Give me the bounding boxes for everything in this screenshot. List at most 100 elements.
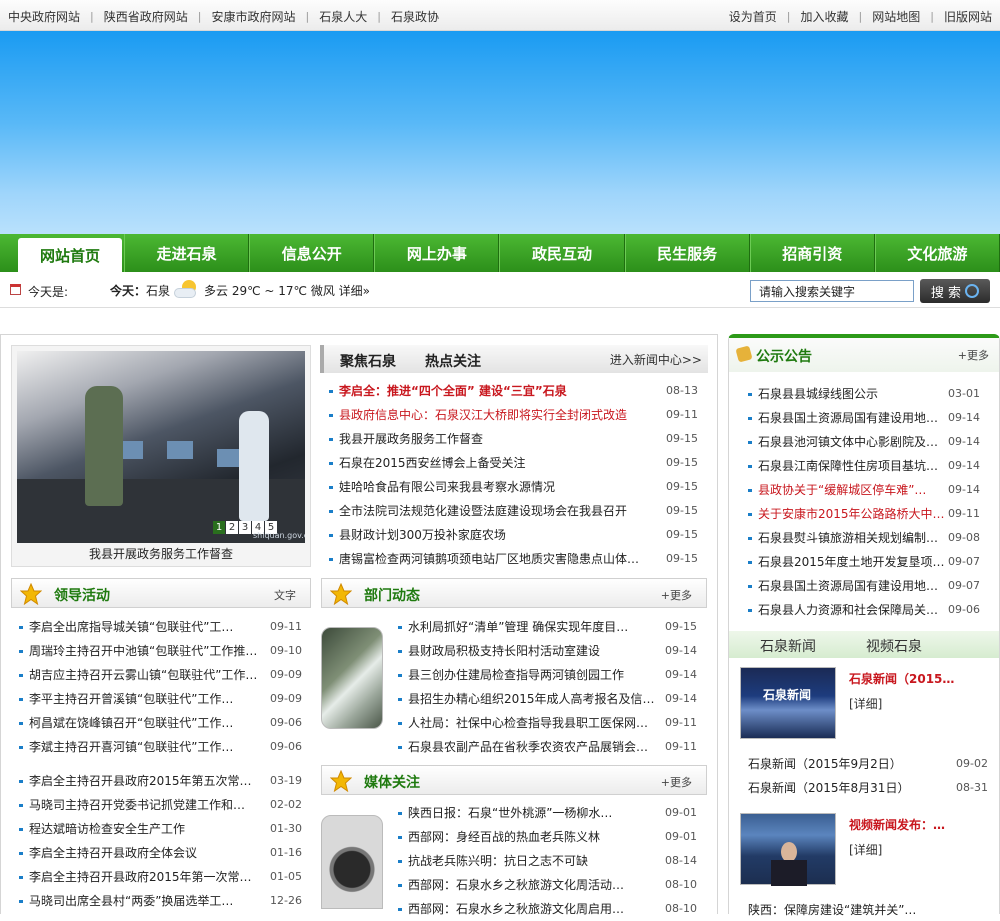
search-button[interactable]: 搜 索 bbox=[920, 279, 990, 303]
list-item-title[interactable]: 石泉县人力资源和社会保障局关… bbox=[758, 598, 980, 622]
nav-item-info-disclosure[interactable]: 信息公开 bbox=[249, 234, 375, 272]
list-item[interactable]: 西部网：石泉水乡之秋旅游文化周启用… 08-10 bbox=[396, 897, 697, 921]
list-item[interactable]: 马晓司主持召开党委书记抓党建工作和… 02-02 bbox=[17, 793, 302, 817]
weather-detail-link[interactable]: 详细» bbox=[339, 282, 370, 299]
list-item-title[interactable]: 县三创办住建局检查指导两河镇创园工作 bbox=[408, 663, 697, 687]
list-item-title[interactable]: 石泉县国土资源局国有建设用地… bbox=[758, 406, 980, 430]
list-item[interactable]: 李启全主持召开县政府2015年第五次常… 03-19 bbox=[17, 769, 302, 793]
dept-more-link[interactable]: +更多 bbox=[661, 587, 692, 603]
list-item[interactable]: 县财政局积极支持长阳村活动室建设 09-14 bbox=[396, 639, 697, 663]
list-item[interactable]: 石泉县江南保障性住房项目基坑… 09-14 bbox=[746, 454, 980, 478]
link-old-site[interactable]: 旧版网站 bbox=[944, 8, 992, 25]
list-item-title[interactable]: 县政协关于“缓解城区停车难”… bbox=[758, 478, 980, 502]
carousel-image[interactable]: 1 2 3 4 5 shiquan.gov.cn bbox=[17, 351, 305, 543]
list-item[interactable]: 李启全主持召开县政府2015年第一次常… 01-05 bbox=[17, 865, 302, 889]
list-item-title[interactable]: 李启全主持召开县政府2015年第五次常… bbox=[29, 769, 302, 793]
list-item-title[interactable]: 石泉新闻（2015年8月31日） bbox=[748, 781, 909, 795]
list-item[interactable]: 石泉县熨斗镇旅游相关规划编制… 09-08 bbox=[746, 526, 980, 550]
nav-item-home[interactable]: 网站首页 bbox=[18, 238, 122, 272]
list-item-title[interactable]: 西部网：身经百战的热血老兵陈义林 bbox=[408, 825, 697, 849]
nav-item-livelihood[interactable]: 民生服务 bbox=[624, 234, 750, 272]
link-add-favorite[interactable]: 加入收藏 bbox=[801, 8, 849, 25]
nav-item-culture-tourism[interactable]: 文化旅游 bbox=[874, 234, 1000, 272]
list-item-title[interactable]: 石泉县池河镇文体中心影剧院及… bbox=[758, 430, 980, 454]
list-item-title[interactable]: 周瑞玲主持召开中池镇“包联驻代”工作推… bbox=[29, 639, 302, 663]
list-item-title[interactable]: 石泉县农副产品在省秋季农资农产品展销会… bbox=[408, 735, 697, 759]
list-item-title[interactable]: 抗战老兵陈兴明：抗日之志不可缺 bbox=[408, 849, 697, 873]
tab-shiquan-news[interactable]: 石泉新闻 bbox=[760, 636, 816, 656]
list-item-title[interactable]: 西部网：石泉水乡之秋旅游文化周活动… bbox=[408, 873, 697, 897]
list-item[interactable]: 人社局：社保中心检查指导我县职工医保网… 09-11 bbox=[396, 711, 697, 735]
list-item[interactable]: 县财政计划300万投补家庭农场 09-15 bbox=[327, 523, 698, 547]
list-item-title[interactable]: 石泉县江南保障性住房项目基坑… bbox=[758, 454, 980, 478]
list-item[interactable]: 县政协关于“缓解城区停车难”… 09-14 bbox=[746, 478, 980, 502]
list-item-title[interactable]: 县财政计划300万投补家庭农场 bbox=[339, 523, 698, 547]
list-item-title[interactable]: 我县开展政务服务工作督查 bbox=[339, 427, 698, 451]
press-conference-thumbnail[interactable] bbox=[740, 813, 836, 886]
list-item[interactable]: 石泉县国土资源局国有建设用地… 09-07 bbox=[746, 574, 980, 598]
list-item-title[interactable]: 全市法院司法规范化建设暨法庭建设现场会在我县召开 bbox=[339, 499, 698, 523]
news-card-detail-link[interactable]: [详细] bbox=[849, 695, 882, 712]
list-item[interactable]: 程达斌暗访检查安全生产工作 01-30 bbox=[17, 817, 302, 841]
news-video-thumbnail[interactable]: 石泉新闻 bbox=[740, 667, 836, 739]
nav-item-investment[interactable]: 招商引资 bbox=[749, 234, 875, 272]
list-item-title[interactable]: 水利局抓好“清单”管理 确保实现年度目… bbox=[408, 615, 697, 639]
list-item-title[interactable]: 石泉县县城绿线图公示 bbox=[758, 382, 980, 406]
list-item-title[interactable]: 石泉县熨斗镇旅游相关规划编制… bbox=[758, 526, 980, 550]
list-item[interactable]: 我县开展政务服务工作督查 09-15 bbox=[327, 427, 698, 451]
notice-more-link[interactable]: +更多 bbox=[958, 347, 989, 363]
carousel-caption[interactable]: 我县开展政务服务工作督查 bbox=[12, 545, 310, 562]
list-item-title[interactable]: 陕西日报：石泉“世外桃源”一杨柳水… bbox=[408, 801, 697, 825]
list-item-title[interactable]: 李启全主持召开县政府2015年第一次常… bbox=[29, 865, 302, 889]
search-input[interactable] bbox=[750, 280, 914, 302]
list-item-title[interactable]: 胡吉应主持召开云雾山镇“包联驻代”工作… bbox=[29, 663, 302, 687]
list-item[interactable]: 唐锡富检查两河镇鹅项颈电站厂区地质灾害隐患点山体… 09-15 bbox=[327, 547, 698, 571]
news-center-link[interactable]: 进入新闻中心>> bbox=[610, 351, 702, 368]
list-item[interactable]: 西部网：身经百战的热血老兵陈义林 09-01 bbox=[396, 825, 697, 849]
tab-video-shiquan[interactable]: 视频石泉 bbox=[866, 636, 922, 656]
list-item[interactable]: 李平主持召开曾溪镇“包联驻代”工作… 09-09 bbox=[17, 687, 302, 711]
link-shiquan-zhengxie[interactable]: 石泉政协 bbox=[391, 8, 439, 25]
nav-item-about[interactable]: 走进石泉 bbox=[124, 234, 250, 272]
video-card-title[interactable]: 视频新闻发布：… bbox=[849, 816, 945, 833]
list-item-title[interactable]: 石泉新闻（2015年9月2日） bbox=[748, 757, 902, 771]
news-card-title[interactable]: 石泉新闻（2015… bbox=[849, 670, 954, 687]
list-item-title[interactable]: 石泉县国土资源局国有建设用地… bbox=[758, 574, 980, 598]
list-item[interactable]: 县政府信息中心：石泉汉江大桥即将实行全封闭式改造 09-11 bbox=[327, 403, 698, 427]
pager-item[interactable]: 3 bbox=[239, 521, 251, 534]
list-item-title[interactable]: 唐锡富检查两河镇鹅项颈电站厂区地质灾害隐患点山体… bbox=[339, 547, 698, 571]
link-shiquan-renda[interactable]: 石泉人大 bbox=[319, 8, 367, 25]
list-item[interactable]: 马晓司出席全县村“两委”换届选举工… 12-26 bbox=[17, 889, 302, 913]
pager-item[interactable]: 1 bbox=[213, 521, 225, 534]
list-item[interactable]: 水利局抓好“清单”管理 确保实现年度目… 09-15 bbox=[396, 615, 697, 639]
list-item-title[interactable]: 关于安康市2015年公路路桥大中… bbox=[758, 502, 980, 526]
list-item-title[interactable]: 西部网：石泉水乡之秋旅游文化周启用… bbox=[408, 897, 697, 921]
list-item-title[interactable]: 马晓司主持召开党委书记抓党建工作和… bbox=[29, 793, 302, 817]
list-item[interactable]: 石泉县农副产品在省秋季农资农产品展销会… 09-11 bbox=[396, 735, 697, 759]
list-item[interactable]: 陕西日报：石泉“世外桃源”一杨柳水… 09-01 bbox=[396, 801, 697, 825]
list-item[interactable]: 李启全主持召开县政府全体会议 01-16 bbox=[17, 841, 302, 865]
list-item[interactable]: 石泉新闻（2015年9月2日） 09-02 bbox=[748, 752, 988, 776]
link-site-map[interactable]: 网站地图 bbox=[872, 8, 920, 25]
link-set-homepage[interactable]: 设为首页 bbox=[729, 8, 777, 25]
list-item-title[interactable]: 石泉县2015年度土地开发复垦项… bbox=[758, 550, 980, 574]
list-item[interactable]: 娃哈哈食品有限公司来我县考察水源情况 09-15 bbox=[327, 475, 698, 499]
link-central-gov[interactable]: 中央政府网站 bbox=[8, 8, 80, 25]
list-item[interactable]: 县招生办精心组织2015年成人高考报名及信… 09-14 bbox=[396, 687, 697, 711]
nav-item-online-services[interactable]: 网上办事 bbox=[374, 234, 500, 272]
link-shaanxi-gov[interactable]: 陕西省政府网站 bbox=[104, 8, 188, 25]
list-item-title[interactable]: 县政府信息中心：石泉汉江大桥即将实行全封闭式改造 bbox=[339, 403, 698, 427]
list-item[interactable]: 李启全：推进“四个全面” 建设“三宜”石泉 08-13 bbox=[327, 379, 698, 403]
list-item-title[interactable]: 程达斌暗访检查安全生产工作 bbox=[29, 817, 302, 841]
list-item-title[interactable]: 李启全主持召开县政府全体会议 bbox=[29, 841, 302, 865]
list-item[interactable]: 抗战老兵陈兴明：抗日之志不可缺 08-14 bbox=[396, 849, 697, 873]
list-item-title[interactable]: 县招生办精心组织2015年成人高考报名及信… bbox=[408, 687, 697, 711]
list-item[interactable]: 李斌主持召开喜河镇“包联驻代”工作… 09-06 bbox=[17, 735, 302, 759]
list-item[interactable]: 李启全出席指导城关镇“包联驻代”工… 09-11 bbox=[17, 615, 302, 639]
leaders-text-link[interactable]: 文字 bbox=[274, 587, 296, 603]
list-item-title[interactable]: 人社局：社保中心检查指导我县职工医保网… bbox=[408, 711, 697, 735]
waterfall-thumbnail[interactable] bbox=[321, 627, 383, 729]
list-item-title[interactable]: 石泉在2015西安丝博会上备受关注 bbox=[339, 451, 698, 475]
list-item[interactable]: 石泉县池河镇文体中心影剧院及… 09-14 bbox=[746, 430, 980, 454]
list-item[interactable]: 全市法院司法规范化建设暨法庭建设现场会在我县召开 09-15 bbox=[327, 499, 698, 523]
